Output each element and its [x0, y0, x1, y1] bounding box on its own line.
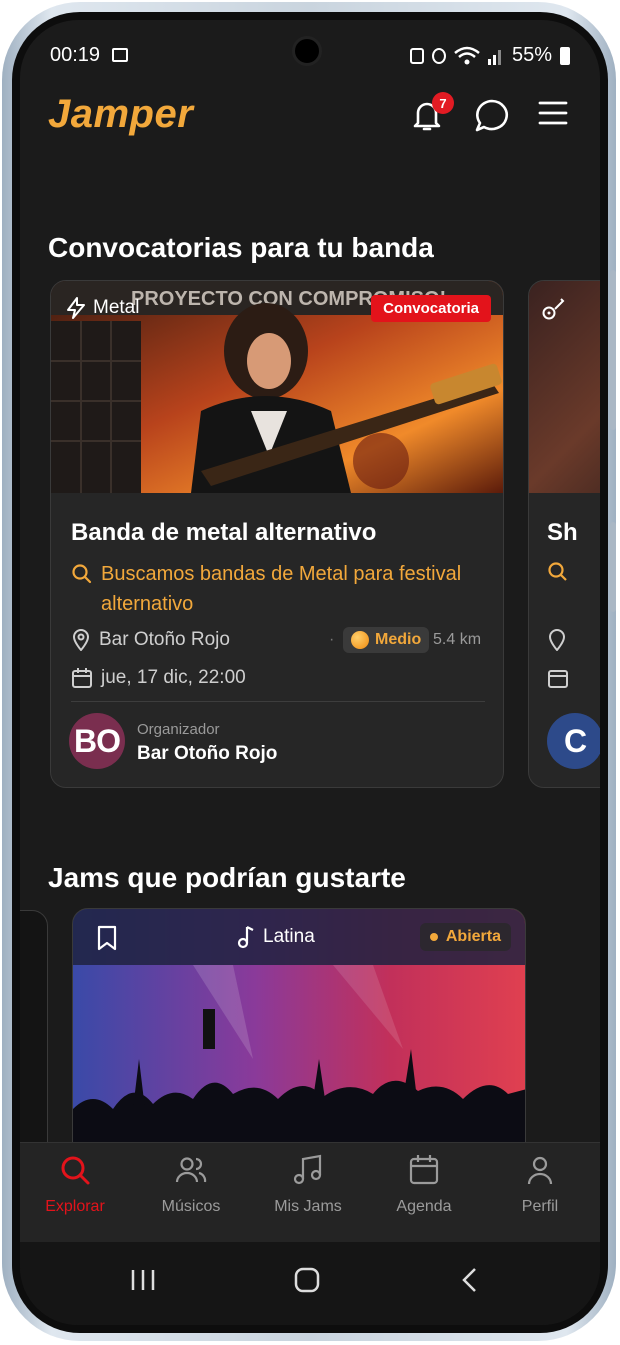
- level-text: Medio: [375, 631, 422, 648]
- home-icon[interactable]: [294, 1267, 320, 1293]
- messages-button[interactable]: [474, 98, 508, 132]
- hamburger-menu-icon: [538, 101, 568, 125]
- status-time: 00:19: [50, 44, 101, 66]
- bottom-navigation: Explorar Músicos Mis Jams Agenda Perfil: [20, 1142, 600, 1242]
- date-text: jue, 17 dic, 22:00: [101, 667, 246, 688]
- convocatoria-title: Banda de metal alternativo: [71, 519, 377, 546]
- nav-musicos[interactable]: Músicos: [136, 1153, 246, 1216]
- recent-apps-icon[interactable]: [130, 1268, 156, 1292]
- nav-label: Músicos: [161, 1198, 221, 1215]
- organizer-avatar[interactable]: BO: [69, 713, 125, 769]
- nav-label: Perfil: [521, 1198, 559, 1215]
- search-icon: [61, 1156, 90, 1185]
- app-screen: 00:19 55% Jamper 7 Convocatorias para tu…: [20, 20, 600, 1325]
- date-row: jue, 17 dic, 22:00: [71, 667, 246, 689]
- card-divider: [71, 701, 485, 702]
- organizer-name[interactable]: Bar Otoño Rojo: [137, 743, 277, 765]
- venue-row: Bar Otoño Rojo: [71, 629, 230, 651]
- music-icon: [293, 1154, 322, 1185]
- next-card-title: Sh: [547, 519, 578, 546]
- next-organizer-avatar[interactable]: C: [547, 713, 600, 769]
- users-icon: [175, 1157, 207, 1183]
- chat-icon: [475, 99, 508, 132]
- image-notification-icon: [112, 48, 128, 62]
- nav-agenda[interactable]: Agenda: [369, 1153, 479, 1216]
- search-icon: [72, 564, 92, 584]
- user-icon: [527, 1156, 553, 1185]
- calendar-icon: [72, 668, 92, 688]
- jam-genre-text: Latina: [263, 926, 315, 947]
- separator-dot: ·: [329, 631, 335, 648]
- nav-perfil[interactable]: Perfil: [485, 1153, 595, 1216]
- subtitle-text: Buscamos bandas de Metal para festival a…: [101, 563, 462, 615]
- guitar-icon: [542, 298, 565, 320]
- header-actions: 7: [410, 92, 572, 132]
- front-camera: [292, 36, 322, 66]
- music-note-icon: [237, 926, 254, 949]
- volume-button: [610, 270, 616, 430]
- nfc-icon: [409, 47, 424, 64]
- location-pin-icon: [548, 629, 566, 651]
- genre-text: Metal: [93, 297, 140, 318]
- convocatoria-subtitle: Buscamos bandas de Metal para festival a…: [71, 559, 471, 619]
- venue-text: Bar Otoño Rojo: [99, 629, 230, 650]
- app-logo: Jamper: [48, 92, 194, 136]
- nav-label: Explorar: [45, 1198, 105, 1215]
- convocatorias-section-title: Convocatorias para tu banda: [48, 232, 434, 263]
- convocatoria-card-next[interactable]: Sh C: [528, 280, 600, 788]
- location-pin-icon: [72, 629, 90, 651]
- menu-button[interactable]: [538, 98, 572, 132]
- convocatoria-card[interactable]: PROYECTO CON COMPROMISO! Metal Convocato…: [50, 280, 504, 788]
- notification-badge: 7: [432, 92, 454, 114]
- battery-percent: 55%: [511, 44, 552, 66]
- battery-icon: [560, 46, 570, 65]
- calendar-icon: [548, 670, 568, 688]
- notifications-button[interactable]: 7: [410, 92, 454, 132]
- wifi-icon: [454, 46, 480, 64]
- alarm-icon: [431, 47, 446, 64]
- distance-text: 5.4 km: [433, 631, 482, 648]
- power-button: [610, 522, 616, 612]
- jam-status-badge: Abierta: [419, 923, 511, 951]
- nav-explorar[interactable]: Explorar: [20, 1153, 130, 1216]
- jam-genre-label: Latina: [235, 925, 315, 949]
- signal-icon: [487, 49, 501, 65]
- nav-label: Mis Jams: [274, 1198, 342, 1215]
- jam-status-text: Abierta: [445, 928, 501, 945]
- level-dot-icon: [351, 631, 369, 649]
- jam-card-previous[interactable]: [20, 910, 48, 1170]
- jams-section-title: Jams que podrían gustarte: [48, 862, 406, 893]
- back-icon[interactable]: [460, 1267, 480, 1293]
- search-icon: [548, 562, 567, 581]
- nav-label: Agenda: [396, 1198, 452, 1215]
- system-navigation-bar: [20, 1242, 600, 1325]
- nav-mis-jams[interactable]: Mis Jams: [253, 1153, 363, 1216]
- level-badge: Medio: [343, 627, 430, 653]
- lightning-icon: [67, 297, 85, 319]
- convocatoria-badge: Convocatoria: [371, 295, 491, 322]
- organizer-label: Organizador: [137, 721, 220, 738]
- status-right: 55%: [409, 44, 570, 67]
- calendar-icon: [409, 1155, 439, 1185]
- bookmark-icon[interactable]: [95, 925, 119, 951]
- genre-label: Metal: [65, 297, 139, 319]
- status-dot-icon: [429, 933, 438, 941]
